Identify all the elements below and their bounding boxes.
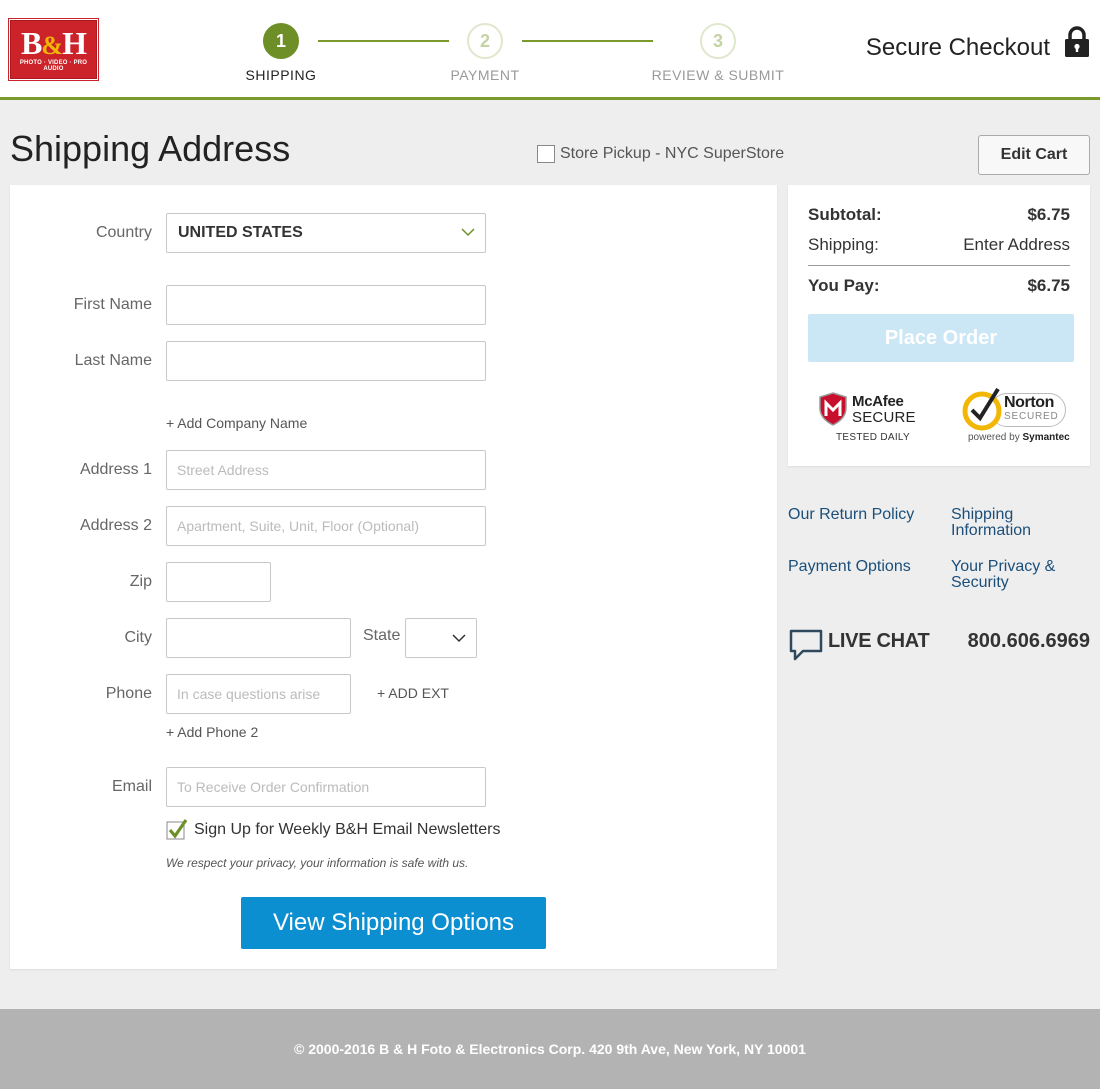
country-label: Country <box>95 224 152 241</box>
store-pickup-option[interactable]: Store Pickup - NYC SuperStore <box>537 145 784 163</box>
footer-copyright: © 2000-2016 B & H Foto & Electronics Cor… <box>294 1041 806 1057</box>
norton-secured-badge[interactable]: Norton SECURED powered by Symantec <box>960 385 1076 447</box>
step-label: SHIPPING <box>245 67 317 83</box>
shipping-info-line1: Shipping <box>951 506 1014 523</box>
order-summary: Subtotal: $6.75 Shipping: Enter Address … <box>788 185 1090 466</box>
email-input[interactable] <box>166 767 486 807</box>
address1-label: Address 1 <box>79 461 152 478</box>
step-number: 1 <box>263 23 299 59</box>
privacy-line2: Security <box>951 574 1009 591</box>
privacy-line1: Your Privacy & <box>951 558 1056 575</box>
norton-powered-prefix: powered by <box>968 432 1023 443</box>
step-connector <box>522 40 653 42</box>
chevron-down-icon <box>461 228 475 237</box>
mcafee-secure-badge[interactable]: McAfee SECURE TESTED DAILY <box>814 390 924 446</box>
shipping-info-line2: Information <box>951 522 1032 539</box>
summary-divider <box>808 265 1070 266</box>
step-payment: 2 PAYMENT <box>425 23 545 83</box>
add-phone2-link[interactable]: + Add Phone 2 <box>166 724 258 740</box>
view-shipping-options-button[interactable]: View Shipping Options <box>241 897 546 949</box>
address2-input[interactable] <box>166 506 486 546</box>
norton-powered-text: powered by Symantec <box>968 432 1070 443</box>
mcafee-secure-text: SECURE <box>852 409 916 426</box>
mcafee-name: McAfee <box>852 393 904 410</box>
city-input[interactable] <box>166 618 351 658</box>
city-label: City <box>124 629 152 646</box>
step-shipping: 1 SHIPPING <box>221 23 341 83</box>
footer: © 2000-2016 B & H Foto & Electronics Cor… <box>0 1009 1100 1089</box>
step-label: PAYMENT <box>450 67 520 83</box>
last-name-input[interactable] <box>166 341 486 381</box>
first-name-input[interactable] <box>166 285 486 325</box>
lock-icon <box>1065 26 1089 57</box>
store-pickup-label: Store Pickup - NYC SuperStore <box>560 145 785 162</box>
add-company-link[interactable]: + Add Company Name <box>166 415 307 431</box>
newsletter-checkbox[interactable] <box>166 819 188 841</box>
step-number: 3 <box>700 23 736 59</box>
payment-options-link[interactable]: Payment Options <box>788 559 911 575</box>
first-name-label: First Name <box>73 296 152 313</box>
return-policy-link[interactable]: Our Return Policy <box>788 507 914 523</box>
mcafee-shield-icon <box>819 392 847 426</box>
phone-number[interactable]: 800.606.6969 <box>968 630 1090 653</box>
edit-cart-button[interactable]: Edit Cart <box>978 135 1090 175</box>
you-pay-label: You Pay: <box>808 276 880 295</box>
subtotal-label: Subtotal: <box>808 205 882 224</box>
privacy-security-link[interactable]: Your Privacy & Security <box>951 559 1055 591</box>
mcafee-tested-text: TESTED DAILY <box>836 432 910 443</box>
newsletter-label: Sign Up for Weekly B&H Email Newsletters <box>194 821 501 838</box>
chat-bubble-icon[interactable] <box>789 629 823 661</box>
add-ext-link[interactable]: + ADD EXT <box>377 685 449 701</box>
symantec-brand: Symantec <box>1022 432 1070 443</box>
logo-subtitle: PHOTO · VIDEO · PRO AUDIO <box>19 60 88 72</box>
place-order-button[interactable]: Place Order <box>808 314 1074 362</box>
newsletter-option[interactable]: Sign Up for Weekly B&H Email Newsletters <box>166 819 500 841</box>
live-chat-link[interactable]: LIVE CHAT <box>828 630 930 653</box>
step-number: 2 <box>467 23 503 59</box>
shipping-label: Shipping: <box>808 235 879 254</box>
state-select[interactable] <box>405 618 477 658</box>
last-name-label: Last Name <box>74 352 152 369</box>
step-label: REVIEW & SUBMIT <box>651 67 785 83</box>
country-value: UNITED STATES <box>178 224 303 241</box>
country-select[interactable]: UNITED STATES <box>166 213 486 253</box>
subtotal-value: $6.75 <box>1027 205 1070 224</box>
page-title: Shipping Address <box>10 128 291 169</box>
logo-text: B&H <box>21 25 87 61</box>
shipping-value: Enter Address <box>963 235 1070 254</box>
shipping-information-link[interactable]: Shipping Information <box>951 507 1031 539</box>
secure-checkout-title: Secure Checkout <box>865 34 1050 61</box>
email-label: Email <box>111 778 152 795</box>
you-pay-value: $6.75 <box>1027 276 1070 295</box>
zip-input[interactable] <box>166 562 271 602</box>
norton-check-icon <box>962 387 1002 431</box>
zip-label: Zip <box>129 573 152 590</box>
phone-input[interactable] <box>166 674 351 714</box>
privacy-note: We respect your privacy, your informatio… <box>166 856 469 870</box>
address1-input[interactable] <box>166 450 486 490</box>
step-review-submit: 3 REVIEW & SUBMIT <box>643 23 793 83</box>
address2-label: Address 2 <box>79 517 152 534</box>
shipping-form: Country UNITED STATES First Name Last Na… <box>10 185 777 969</box>
store-pickup-checkbox[interactable] <box>537 145 555 163</box>
bh-logo[interactable]: B&H PHOTO · VIDEO · PRO AUDIO <box>8 18 99 81</box>
phone-label: Phone <box>105 685 152 702</box>
chevron-down-icon <box>452 634 466 643</box>
norton-secured-text: SECURED <box>1004 411 1059 422</box>
norton-name: Norton <box>1004 394 1055 411</box>
state-label: State <box>363 627 401 644</box>
header: B&H PHOTO · VIDEO · PRO AUDIO 1 SHIPPING… <box>0 0 1100 100</box>
